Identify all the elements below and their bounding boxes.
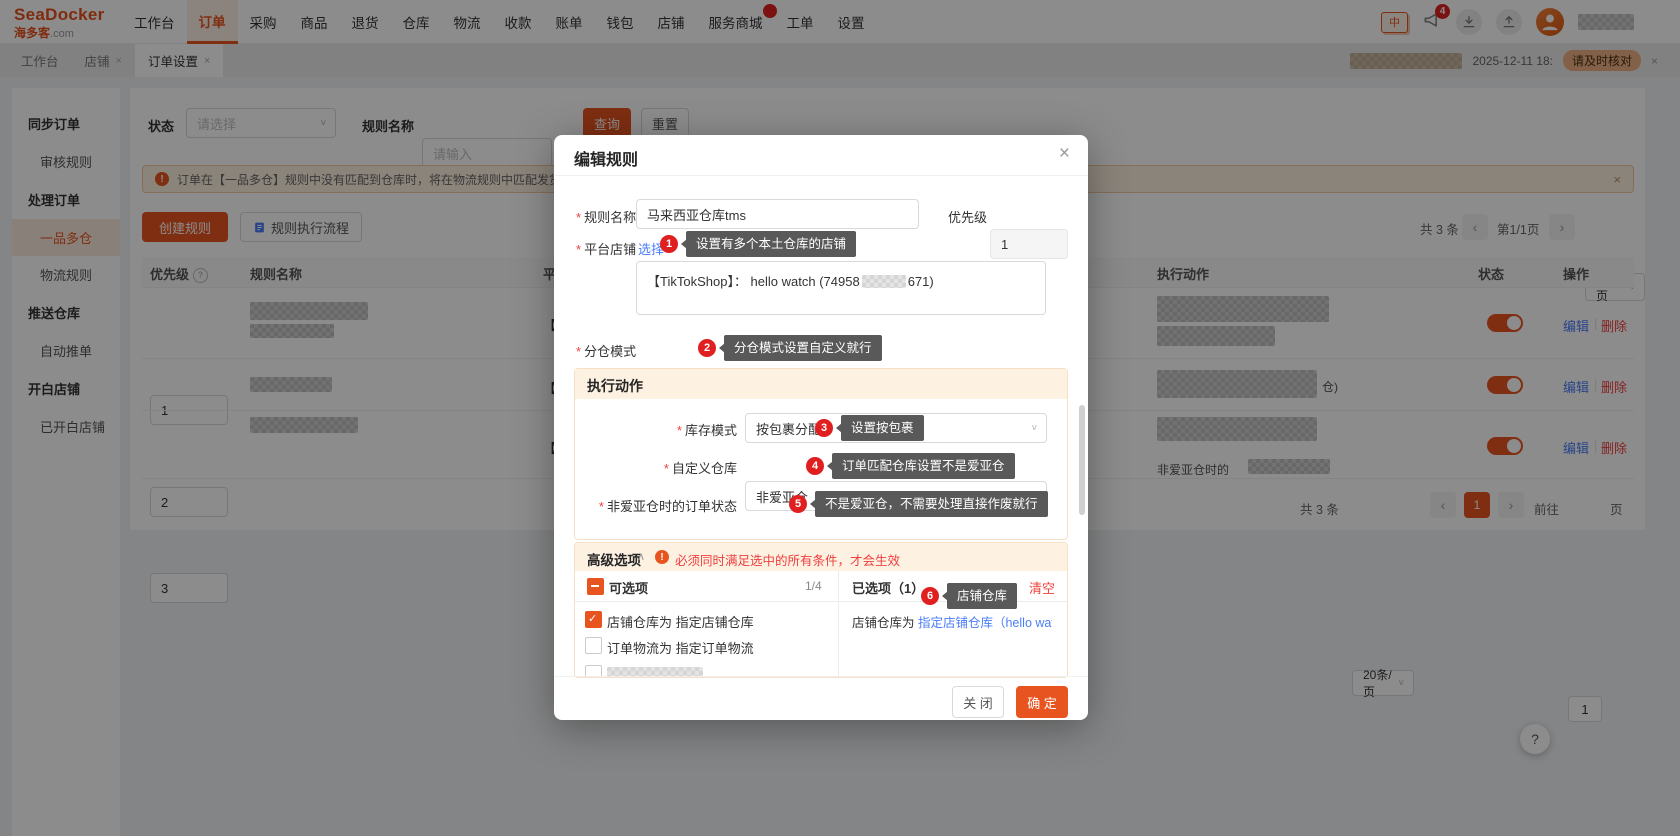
available-title: 可选项 bbox=[609, 578, 648, 597]
priority-label: 优先级 bbox=[948, 207, 987, 226]
modal-title: 编辑规则 bbox=[574, 146, 638, 170]
cancel-button[interactable]: 关 闭 bbox=[952, 686, 1004, 718]
tooltip-warehouse: 订单匹配仓库设置不是爱亚仓 bbox=[832, 453, 1015, 479]
info-icon: ! bbox=[655, 550, 669, 564]
custom-warehouse-label: *自定义仓库 bbox=[575, 458, 737, 477]
confirm-button[interactable]: 确 定 bbox=[1016, 686, 1068, 718]
non-aiya-status-label: *非爱亚仓时的订单状态 bbox=[575, 496, 737, 515]
edit-rule-modal: 编辑规则 × *规则名称 马来西亚仓库tms 优先级 1 *平台店铺 选择 1 … bbox=[554, 135, 1088, 720]
step-badge-6: 6 bbox=[921, 587, 939, 605]
advanced-options-section: 高级选项 ∧ ! 必须同时满足选中的所有条件，才会生效 可选项 1/4 已选项（… bbox=[574, 542, 1068, 678]
exec-action-section: 执行动作 *库存模式 按包裹分配 ∨ 3 设置按包裹 *自定义仓库 非爱亚仓 ∨… bbox=[574, 368, 1068, 540]
divider bbox=[554, 175, 1088, 176]
collapse-caret-icon[interactable]: ∧ bbox=[637, 550, 645, 563]
rule-name-label: *规则名称 bbox=[576, 207, 636, 226]
step-badge-4: 4 bbox=[806, 457, 824, 475]
platform-shop-label: *平台店铺 bbox=[576, 239, 636, 258]
chevron-down-icon: ∨ bbox=[1031, 423, 1038, 432]
selected-shops-box: 【TikTokShop】： hello watch (74958671) bbox=[636, 261, 1046, 315]
close-icon[interactable]: × bbox=[1059, 143, 1070, 165]
selected-title: 已选项（1） bbox=[852, 578, 924, 597]
advanced-title: 高级选项 bbox=[587, 549, 641, 569]
priority-input[interactable]: 1 bbox=[990, 229, 1068, 259]
tooltip-stock: 设置按包裹 bbox=[841, 415, 924, 441]
step-badge-2: 2 bbox=[698, 339, 716, 357]
app-page: SeaDocker 海多客.com 工作台 订单 采购 商品 退货 仓库 物流 … bbox=[0, 0, 1680, 836]
divider bbox=[838, 571, 839, 677]
rule-name-input[interactable]: 马来西亚仓库tms bbox=[636, 199, 919, 229]
checkbox-order-logistics[interactable] bbox=[585, 637, 602, 654]
step-badge-1: 1 bbox=[660, 235, 678, 253]
stock-mode-label: *库存模式 bbox=[575, 420, 737, 439]
select-all-checkbox[interactable] bbox=[587, 578, 604, 595]
option-order-logistics: 订单物流为 指定订单物流 bbox=[607, 638, 754, 657]
warehouse-mode-label: *分仓模式 bbox=[576, 341, 636, 360]
tooltip-shop: 设置有多个本土仓库的店铺 bbox=[686, 231, 856, 257]
available-count: 1/4 bbox=[805, 579, 822, 593]
step-badge-5: 5 bbox=[789, 495, 807, 513]
exec-section-title: 执行动作 bbox=[587, 376, 643, 396]
tooltip-status: 不是爱亚仓，不需要处理直接作废就行 bbox=[815, 491, 1048, 517]
divider bbox=[554, 676, 1088, 677]
checkbox-shop-warehouse[interactable] bbox=[585, 611, 602, 628]
selected-item: 店铺仓库为 指定店铺仓库（hello watch（马... bbox=[852, 612, 1052, 630]
selected-item-link[interactable]: 指定店铺仓库（hello watch（马... bbox=[918, 616, 1052, 630]
shop-id-redacted bbox=[862, 275, 906, 288]
step-badge-3: 3 bbox=[815, 419, 833, 437]
option-shop-warehouse: 店铺仓库为 指定店铺仓库 bbox=[607, 612, 754, 631]
tooltip-mode: 分仓模式设置自定义就行 bbox=[724, 335, 882, 361]
advanced-warning: 必须同时满足选中的所有条件，才会生效 bbox=[675, 550, 900, 569]
scrollbar-thumb[interactable] bbox=[1079, 405, 1085, 515]
clear-selected-link[interactable]: 清空 bbox=[1029, 578, 1055, 597]
tooltip-selected: 店铺仓库 bbox=[947, 583, 1017, 609]
exec-section-header bbox=[575, 369, 1067, 399]
